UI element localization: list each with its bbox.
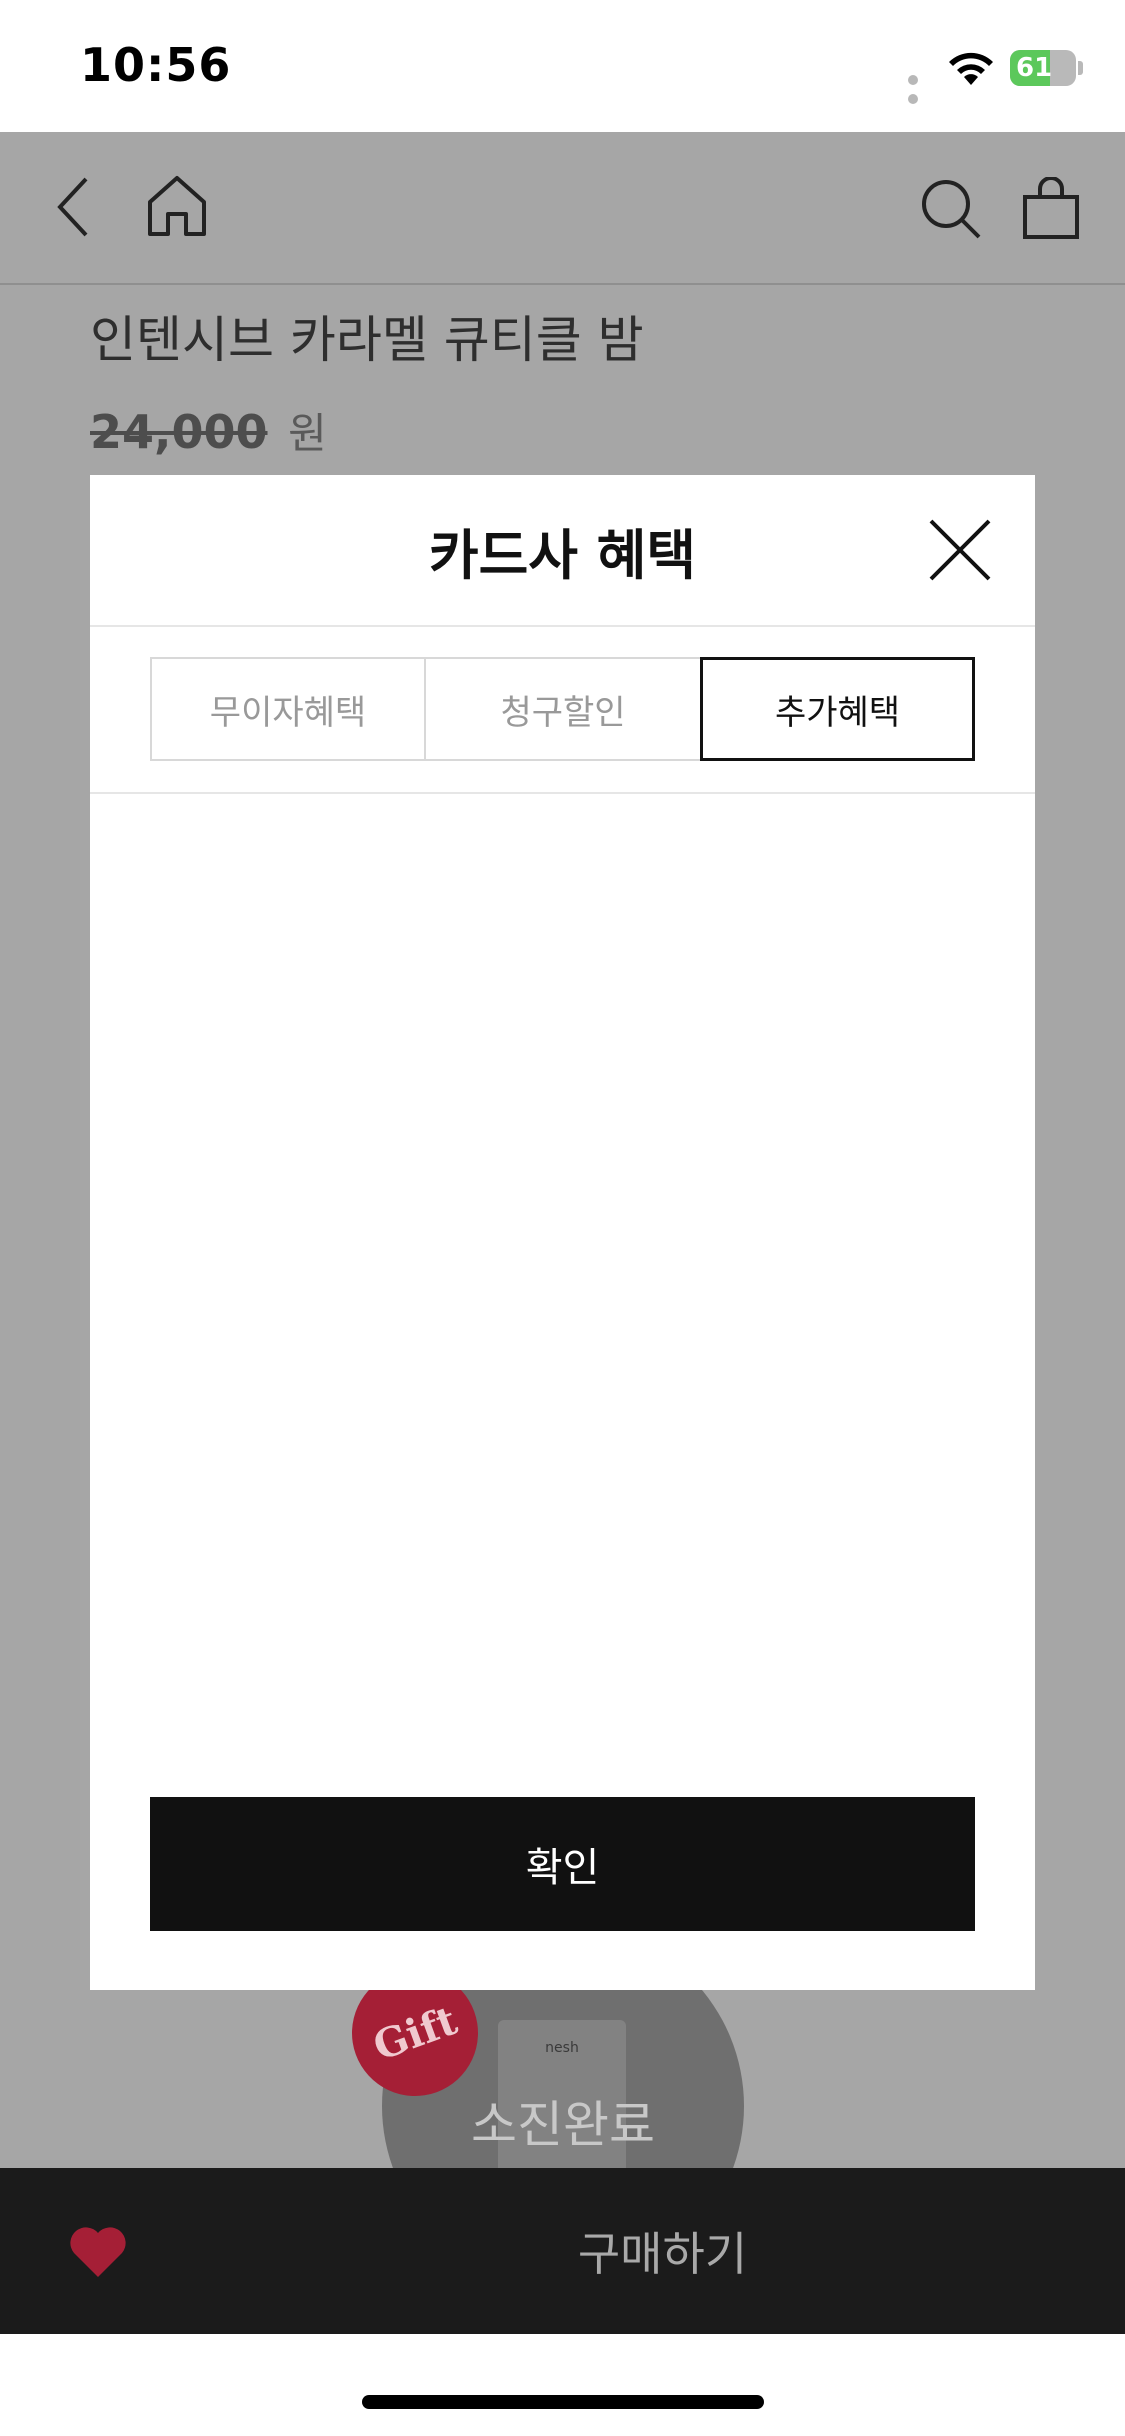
modal-tabs-divider	[90, 792, 1035, 794]
shopping-bag-icon[interactable]	[1022, 176, 1080, 240]
tab-interest-free[interactable]: 무이자혜택	[150, 657, 426, 761]
status-time: 10:56	[80, 38, 232, 92]
buy-button[interactable]: 구매하기	[200, 2168, 1125, 2334]
signal-icon	[908, 70, 936, 104]
close-icon[interactable]	[925, 515, 995, 585]
soldout-label: 소진완료	[471, 2096, 655, 2154]
nav-divider	[0, 283, 1125, 285]
heart-icon[interactable]	[68, 2225, 128, 2279]
back-icon[interactable]	[48, 172, 98, 242]
battery-level: 61	[1016, 53, 1053, 83]
battery-tip	[1078, 61, 1083, 75]
modal-title: 카드사 혜택	[428, 523, 697, 587]
tab-billing-discount[interactable]: 청구할인	[424, 657, 702, 761]
battery-icon: 61	[1010, 50, 1076, 86]
gift-product-brand: nesh	[545, 2040, 579, 2056]
modal-header-divider	[90, 625, 1035, 627]
wifi-icon	[945, 47, 997, 87]
product-title: 인텐시브 카라멜 큐티클 밤	[90, 311, 644, 369]
home-indicator[interactable]	[362, 2395, 764, 2409]
tab-extra-benefits[interactable]: 추가혜택	[700, 657, 975, 761]
search-icon[interactable]	[918, 176, 984, 242]
product-price: 24,000 원	[90, 400, 327, 461]
home-indicator-area	[0, 2334, 1125, 2436]
home-icon[interactable]	[145, 172, 209, 240]
price-value: 24,000	[90, 405, 268, 459]
confirm-button[interactable]: 확인	[150, 1797, 975, 1931]
price-currency: 원	[288, 409, 327, 458]
